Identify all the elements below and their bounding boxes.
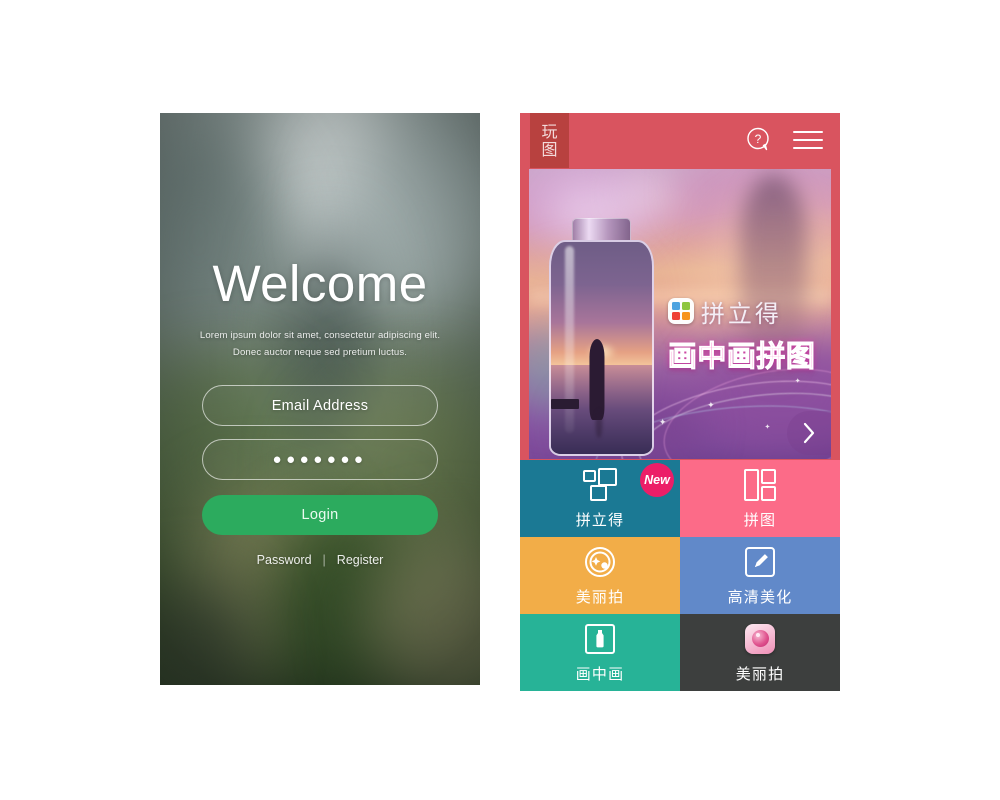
icon-tile: [671, 312, 680, 321]
app-home-screen: 玩 图 ? ✦ ✦ ✦ ✦ 拼立得 画中画拼图 拼立得 New 拼图 美丽拍 高…: [520, 113, 840, 691]
sparkle-icon: ✦: [794, 377, 801, 385]
password-field[interactable]: ●●●●●●●: [202, 439, 438, 480]
app-logo-char-2: 图: [541, 140, 558, 159]
banner-text-block: 拼立得 画中画拼图: [667, 294, 831, 375]
menu-line: [793, 146, 823, 149]
icon-tile: [671, 302, 680, 311]
tile-meilipai[interactable]: 美丽拍: [520, 537, 680, 614]
sparkle-icon: ✦: [707, 400, 715, 410]
hamburger-menu-icon[interactable]: [793, 131, 823, 149]
bottle-in-frame-icon: [584, 622, 616, 656]
tile-pintu[interactable]: 拼图: [680, 460, 840, 537]
icon-tile: [681, 302, 690, 311]
bottle-girl-silhouette: [589, 339, 605, 421]
app-icon-tile: [745, 623, 775, 654]
tile-label: 拼立得: [575, 510, 625, 529]
tile-meilipai-app[interactable]: 美丽拍: [680, 614, 840, 691]
welcome-subtitle-line1: Lorem ipsum dolor sit amet, consectetur …: [199, 330, 441, 341]
beauty-camera-app-icon: [745, 622, 775, 656]
email-field[interactable]: Email Address: [202, 385, 438, 426]
app-logo-char-1: 玩: [541, 122, 558, 141]
svg-text:?: ?: [755, 132, 762, 146]
status-badge: New: [640, 463, 674, 497]
feature-tile-grid: 拼立得 New 拼图 美丽拍 高清美化 画中画 美丽拍: [520, 460, 840, 691]
banner-bokeh: [619, 174, 680, 216]
login-button[interactable]: Login: [202, 495, 438, 535]
login-form: Welcome Lorem ipsum dolor sit amet, cons…: [160, 113, 480, 685]
login-screen: Welcome Lorem ipsum dolor sit amet, cons…: [160, 113, 480, 685]
page-title: Welcome: [212, 255, 428, 312]
banner-bottle-graphic: [547, 218, 656, 457]
two-panel-layout-icon: [743, 468, 777, 502]
chevron-right-icon: [803, 422, 815, 444]
camera-lens-sparkle-icon: [583, 545, 617, 579]
app-logo[interactable]: 玩 图: [530, 113, 569, 168]
register-link[interactable]: Register: [337, 553, 384, 567]
banner-title: 拼立得: [700, 299, 782, 328]
sparkle-icon: ✦: [658, 417, 667, 428]
tile-gaoqingmeihua[interactable]: 高清美化: [680, 537, 840, 614]
tile-pinlide[interactable]: 拼立得 New: [520, 460, 680, 537]
tile-label: 美丽拍: [735, 664, 785, 683]
bottle-label: [551, 398, 580, 410]
welcome-subtitle: Lorem ipsum dolor sit amet, consectetur …: [200, 327, 440, 361]
icon-tile: [681, 312, 690, 321]
menu-line: [793, 131, 823, 134]
tile-label: 画中画: [575, 664, 625, 683]
tile-label: 拼图: [743, 510, 777, 529]
tile-huazhonghua[interactable]: 画中画: [520, 614, 680, 691]
help-question-bubble-icon[interactable]: ?: [745, 126, 773, 154]
bottle-body: [549, 239, 654, 457]
screenshot-canvas: Welcome Lorem ipsum dolor sit amet, cons…: [0, 0, 1000, 800]
promo-banner[interactable]: ✦ ✦ ✦ ✦ 拼立得 画中画拼图: [529, 169, 831, 459]
email-field-value: Email Address: [271, 397, 369, 414]
link-separator: |: [322, 553, 326, 567]
menu-line: [793, 138, 823, 142]
lens-glyph: [751, 630, 769, 647]
three-squares-collage-icon: [582, 467, 618, 502]
banner-subtitle: 画中画拼图: [667, 338, 816, 373]
app-header: 玩 图 ?: [520, 113, 840, 168]
pinlide-app-icon: [667, 298, 694, 325]
sparkle-icon: ✦: [764, 424, 771, 432]
welcome-subtitle-line2: Donec auctor neque sed pretium luctus.: [232, 347, 408, 358]
tile-label: 高清美化: [727, 587, 793, 606]
tile-label: 美丽拍: [575, 587, 625, 606]
login-links: Password | Register: [257, 553, 384, 567]
password-link[interactable]: Password: [257, 553, 312, 567]
password-field-value: ●●●●●●●: [272, 451, 368, 468]
pencil-edit-square-icon: [744, 545, 776, 579]
banner-next-button[interactable]: [787, 411, 831, 455]
